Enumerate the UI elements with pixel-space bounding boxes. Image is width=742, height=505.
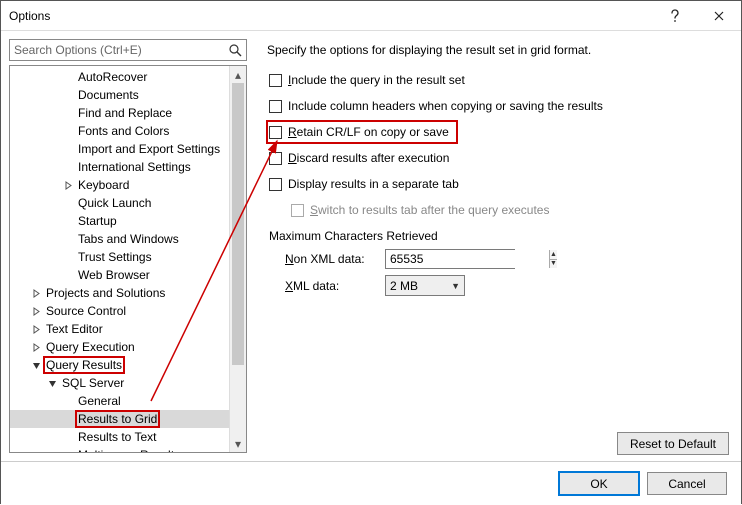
tree-item-label: Results to Grid [76, 411, 159, 427]
tree-item[interactable]: Keyboard [10, 176, 229, 194]
tree-item[interactable]: Documents [10, 86, 229, 104]
xml-combo[interactable]: 2 MB ▼ [385, 275, 465, 296]
chk-include-query[interactable]: Include the query in the result set [269, 71, 731, 89]
tree-item[interactable]: International Settings [10, 158, 229, 176]
close-button[interactable] [697, 1, 741, 31]
tree-item[interactable]: Find and Replace [10, 104, 229, 122]
tree-item-label: Text Editor [44, 321, 105, 337]
search-icon [227, 42, 243, 58]
cancel-button[interactable]: Cancel [647, 472, 727, 495]
chk-retain-crlf[interactable]: Retain CR/LF on copy or save [269, 123, 455, 141]
dialog-footer: OK Cancel [1, 461, 741, 505]
tree-item-label: Query Execution [44, 339, 137, 355]
tree-item-label: Web Browser [76, 267, 152, 283]
chevron-right-icon[interactable] [30, 323, 42, 335]
chevron-down-icon[interactable] [46, 377, 58, 389]
window-title: Options [9, 9, 653, 23]
reset-default-button[interactable]: Reset to Default [617, 432, 729, 455]
scroll-thumb[interactable] [232, 83, 244, 365]
tree-item-label: Startup [76, 213, 119, 229]
tree-item[interactable]: Projects and Solutions [10, 284, 229, 302]
tree-item-label: Projects and Solutions [44, 285, 167, 301]
spin-buttons[interactable]: ▲▼ [549, 250, 557, 268]
tree-item-label: SQL Server [60, 375, 126, 391]
tree-item-label: Documents [76, 87, 141, 103]
tree-item-label: Find and Replace [76, 105, 174, 121]
chk-include-headers[interactable]: Include column headers when copying or s… [269, 97, 731, 115]
tree-item-label: International Settings [76, 159, 193, 175]
tree-item-label: Multiserver Results [76, 447, 182, 452]
tree-item[interactable]: SQL Server [10, 374, 229, 392]
checkbox-icon [269, 126, 282, 139]
chk-switch-results-tab: Switch to results tab after the query ex… [291, 201, 731, 219]
tree-scrollbar[interactable]: ▴ ▾ [229, 66, 246, 452]
tree-item[interactable]: Web Browser [10, 266, 229, 284]
tree-item-label: Quick Launch [76, 195, 153, 211]
tree-item[interactable]: Trust Settings [10, 248, 229, 266]
search-input[interactable] [9, 39, 247, 61]
content-area: AutoRecover Documents Find and Replace Font… [1, 31, 741, 461]
panel-intro: Specify the options for displaying the r… [267, 43, 731, 57]
chevron-down-icon[interactable] [30, 359, 42, 371]
spin-down-icon[interactable]: ▼ [550, 259, 557, 269]
checkbox-icon [269, 74, 282, 87]
search-wrap [9, 39, 247, 61]
options-panel: Specify the options for displaying the r… [253, 31, 741, 461]
left-column: AutoRecover Documents Find and Replace Font… [1, 31, 253, 461]
tree-item-label: AutoRecover [76, 69, 149, 85]
chevron-down-icon: ▼ [451, 281, 460, 291]
checkbox-icon [269, 152, 282, 165]
checkbox-icon [291, 204, 304, 217]
chk-discard-results[interactable]: Discard results after execution [269, 149, 731, 167]
tree-item-label: Tabs and Windows [76, 231, 181, 247]
chevron-right-icon[interactable] [30, 305, 42, 317]
tree-item-label: General [76, 393, 123, 409]
ok-button[interactable]: OK [559, 472, 639, 495]
spin-up-icon[interactable]: ▲ [550, 250, 557, 259]
tree-item[interactable]: Query Execution [10, 338, 229, 356]
tree-item-label: Query Results [44, 357, 124, 373]
non-xml-input[interactable] [386, 250, 549, 268]
tree-item[interactable]: General [10, 392, 229, 410]
tree-item-label: Source Control [44, 303, 128, 319]
xml-label: XML data: [285, 279, 375, 293]
scroll-down-icon[interactable]: ▾ [230, 435, 246, 452]
chk-display-separate-tab[interactable]: Display results in a separate tab [269, 175, 731, 193]
title-bar: Options [1, 1, 741, 31]
checkbox-group: Include the query in the result set Incl… [267, 71, 731, 219]
tree-item[interactable]: Startup [10, 212, 229, 230]
non-xml-label: Non XML data: [285, 252, 375, 266]
tree-item-selected[interactable]: Results to Grid [10, 410, 229, 428]
help-button[interactable] [653, 1, 697, 31]
nav-tree: AutoRecover Documents Find and Replace Font… [9, 65, 247, 453]
row-xml: XML data: 2 MB ▼ [285, 275, 731, 296]
tree-item[interactable]: Quick Launch [10, 194, 229, 212]
tree-item[interactable]: AutoRecover [10, 68, 229, 86]
tree-item[interactable]: Text Editor [10, 320, 229, 338]
tree-item[interactable]: Source Control [10, 302, 229, 320]
tree-item-label: Results to Text [76, 429, 158, 445]
tree-item-label: Keyboard [76, 177, 131, 193]
close-icon [714, 11, 724, 21]
help-icon [670, 9, 680, 23]
tree-item[interactable]: Tabs and Windows [10, 230, 229, 248]
tree-item-label: Fonts and Colors [76, 123, 171, 139]
scroll-up-icon[interactable]: ▴ [230, 66, 246, 83]
checkbox-icon [269, 178, 282, 191]
tree-item[interactable]: Multiserver Results [10, 446, 229, 452]
tree-item[interactable]: Fonts and Colors [10, 122, 229, 140]
tree-item-label: Import and Export Settings [76, 141, 222, 157]
row-non-xml: Non XML data: ▲▼ [285, 249, 731, 269]
tree-item[interactable]: Import and Export Settings [10, 140, 229, 158]
tree-item-label: Trust Settings [76, 249, 154, 265]
chevron-right-icon[interactable] [62, 179, 74, 191]
max-chars-label: Maximum Characters Retrieved [269, 229, 731, 243]
xml-combo-value: 2 MB [390, 279, 418, 293]
chevron-right-icon[interactable] [30, 341, 42, 353]
chevron-right-icon[interactable] [30, 287, 42, 299]
non-xml-input-wrap: ▲▼ [385, 249, 515, 269]
tree-item[interactable]: Query Results [10, 356, 229, 374]
tree-item[interactable]: Results to Text [10, 428, 229, 446]
checkbox-icon [269, 100, 282, 113]
